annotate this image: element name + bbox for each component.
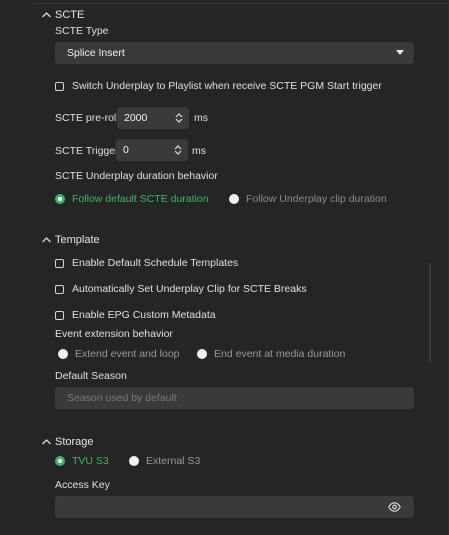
storage-section-toggle[interactable]: Storage <box>41 435 94 449</box>
scte-preroll-value: 2000 <box>124 112 148 124</box>
radio-unselected[interactable] <box>229 194 239 204</box>
duration-option-clip-label: Follow Underplay clip duration <box>246 193 387 205</box>
default-season-placeholder: Season used by default <box>67 392 177 404</box>
duration-option-clip[interactable]: Follow Underplay clip duration <box>229 192 387 206</box>
radio-selected[interactable] <box>55 456 65 466</box>
scte-type-label: SCTE Type <box>55 25 109 37</box>
template-heading: Template <box>55 234 100 246</box>
radio-unselected[interactable] <box>58 349 68 359</box>
storage-option-external[interactable]: External S3 <box>129 454 200 468</box>
radio-unselected[interactable] <box>129 456 139 466</box>
radio-selected[interactable] <box>55 194 65 204</box>
chevron-up-icon <box>42 439 51 445</box>
caret-down-icon <box>396 50 404 55</box>
checkbox-box[interactable] <box>55 81 64 91</box>
spinner-arrows-icon[interactable] <box>175 112 183 124</box>
scte-trigger-input[interactable]: 0 <box>116 139 188 161</box>
default-season-label: Default Season <box>55 370 127 382</box>
scte-section-toggle[interactable]: SCTE <box>41 8 84 22</box>
top-divider <box>34 3 449 4</box>
scrollbar[interactable] <box>429 263 431 363</box>
scte-trigger-unit: ms <box>192 145 206 157</box>
checkbox-box[interactable] <box>55 310 64 320</box>
access-key-input[interactable] <box>55 496 414 518</box>
switch-underplay-checkbox[interactable]: Switch Underplay to Playlist when receiv… <box>55 79 382 93</box>
checkbox-box[interactable] <box>55 284 64 294</box>
eye-icon[interactable] <box>388 502 401 512</box>
access-key-label: Access Key <box>55 479 110 491</box>
storage-heading: Storage <box>55 436 94 448</box>
duration-option-default-label: Follow default SCTE duration <box>72 193 209 205</box>
scte-preroll-label: SCTE pre-roll <box>55 112 119 124</box>
storage-option-tvu[interactable]: TVU S3 <box>55 454 109 468</box>
chevron-up-icon <box>42 237 51 243</box>
epg-metadata-checkbox[interactable]: Enable EPG Custom Metadata <box>55 308 216 322</box>
scte-type-select[interactable]: Splice Insert <box>55 42 414 64</box>
extension-option-end-label: End event at media duration <box>214 348 346 360</box>
enable-default-templates-checkbox[interactable]: Enable Default Schedule Templates <box>55 256 238 270</box>
extension-option-loop-label: Extend event and loop <box>75 348 180 360</box>
enable-default-templates-label: Enable Default Schedule Templates <box>72 257 239 269</box>
auto-underplay-checkbox[interactable]: Automatically Set Underplay Clip for SCT… <box>55 282 307 296</box>
storage-option-external-label: External S3 <box>146 455 201 467</box>
scte-duration-label: SCTE Underplay duration behavior <box>55 170 218 182</box>
storage-option-tvu-label: TVU S3 <box>72 455 109 467</box>
extension-behavior-label: Event extension behavior <box>55 328 173 340</box>
chevron-up-icon <box>42 12 51 18</box>
epg-metadata-label: Enable EPG Custom Metadata <box>72 309 216 321</box>
default-season-input[interactable]: Season used by default <box>55 387 414 409</box>
extension-option-end[interactable]: End event at media duration <box>197 347 345 361</box>
scte-trigger-label: SCTE Trigger <box>55 145 119 157</box>
checkbox-box[interactable] <box>55 258 64 268</box>
extension-option-loop[interactable]: Extend event and loop <box>58 347 180 361</box>
scte-trigger-value: 0 <box>123 144 129 156</box>
scte-heading: SCTE <box>55 9 85 21</box>
auto-underplay-label: Automatically Set Underplay Clip for SCT… <box>72 283 307 295</box>
scte-type-value: Splice Insert <box>67 47 125 59</box>
switch-underplay-label: Switch Underplay to Playlist when receiv… <box>72 80 382 92</box>
scte-preroll-unit: ms <box>194 112 208 124</box>
template-section-toggle[interactable]: Template <box>41 233 100 247</box>
duration-option-default[interactable]: Follow default SCTE duration <box>55 192 209 206</box>
radio-unselected[interactable] <box>197 349 207 359</box>
spinner-arrows-icon[interactable] <box>174 144 182 156</box>
scte-preroll-input[interactable]: 2000 <box>117 107 189 129</box>
